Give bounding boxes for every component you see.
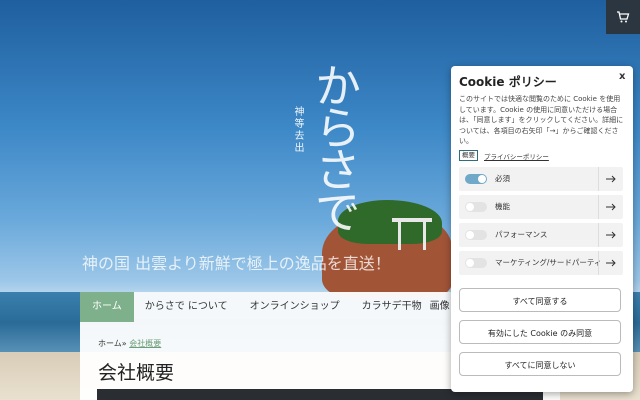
toggle-functional[interactable] [465, 202, 487, 212]
accept-all-button[interactable]: すべて同意する [459, 288, 621, 312]
toggle-performance[interactable] [465, 230, 487, 240]
breadcrumb: ホーム» 会社概要 [98, 338, 161, 349]
arrow-right-icon [606, 175, 616, 183]
brand-name: からさで [308, 62, 362, 230]
expand-required-button[interactable] [598, 167, 623, 191]
cart-icon [617, 11, 630, 23]
cart-button[interactable] [606, 0, 640, 34]
category-label: 機能 [495, 202, 510, 211]
toggle-required[interactable] [465, 174, 487, 184]
nav-item-himono[interactable]: カラサデ干物 [351, 292, 426, 322]
toggle-knob [466, 231, 474, 239]
toggle-knob [466, 203, 474, 211]
cookie-description: このサイトでは快適な閲覧のために Cookie を使用しています。Cookie … [459, 95, 624, 145]
cookie-category-functional: 機能 [459, 195, 623, 219]
arrow-right-icon [606, 259, 616, 267]
close-button[interactable]: x [619, 71, 625, 82]
toggle-marketing[interactable] [465, 258, 487, 268]
category-label: パフォーマンス [495, 230, 548, 239]
breadcrumb-home[interactable]: ホーム [98, 339, 122, 348]
cookie-policy-panel: Cookie ポリシー x このサイトでは快適な閲覧のために Cookie を使… [451, 66, 633, 392]
overview-link[interactable]: 概要 [459, 150, 478, 161]
page-title: 会社概要 [98, 362, 175, 384]
cookie-links: 概要 プライバシーポリシー [459, 150, 549, 161]
nav-item-home[interactable]: ホーム [80, 292, 134, 322]
nav-item-online-shop[interactable]: オンラインショップ [239, 292, 351, 322]
cookie-title: Cookie ポリシー [459, 75, 557, 89]
category-label: 必須 [495, 174, 510, 183]
toggle-knob [478, 175, 486, 183]
cookie-category-performance: パフォーマンス [459, 223, 623, 247]
arrow-right-icon [606, 231, 616, 239]
expand-marketing-button[interactable] [598, 251, 623, 275]
breadcrumb-current[interactable]: 会社概要 [129, 339, 161, 348]
nav-item-about[interactable]: からさで について [134, 292, 239, 322]
accept-enabled-button[interactable]: 有効にした Cookie のみ同意 [459, 320, 621, 344]
breadcrumb-separator: » [121, 339, 127, 348]
expand-performance-button[interactable] [598, 223, 623, 247]
brand-subtitle: 神等去出 [292, 106, 303, 154]
hero-tagline: 神の国 出雲より新鮮で極上の逸品を直送！ [82, 254, 391, 273]
brand-logo[interactable]: からさで 神等去出 [290, 62, 362, 232]
expand-functional-button[interactable] [598, 195, 623, 219]
cookie-category-required: 必須 [459, 167, 623, 191]
cookie-category-marketing: マーケティング/サードパーティ [459, 251, 623, 275]
reject-all-button[interactable]: すべてに同意しない [459, 352, 621, 376]
toggle-knob [466, 259, 474, 267]
torii-gate [392, 218, 432, 252]
privacy-policy-link[interactable]: プライバシーポリシー [484, 151, 549, 161]
category-label: マーケティング/サードパーティ [495, 258, 602, 267]
arrow-right-icon [606, 203, 616, 211]
